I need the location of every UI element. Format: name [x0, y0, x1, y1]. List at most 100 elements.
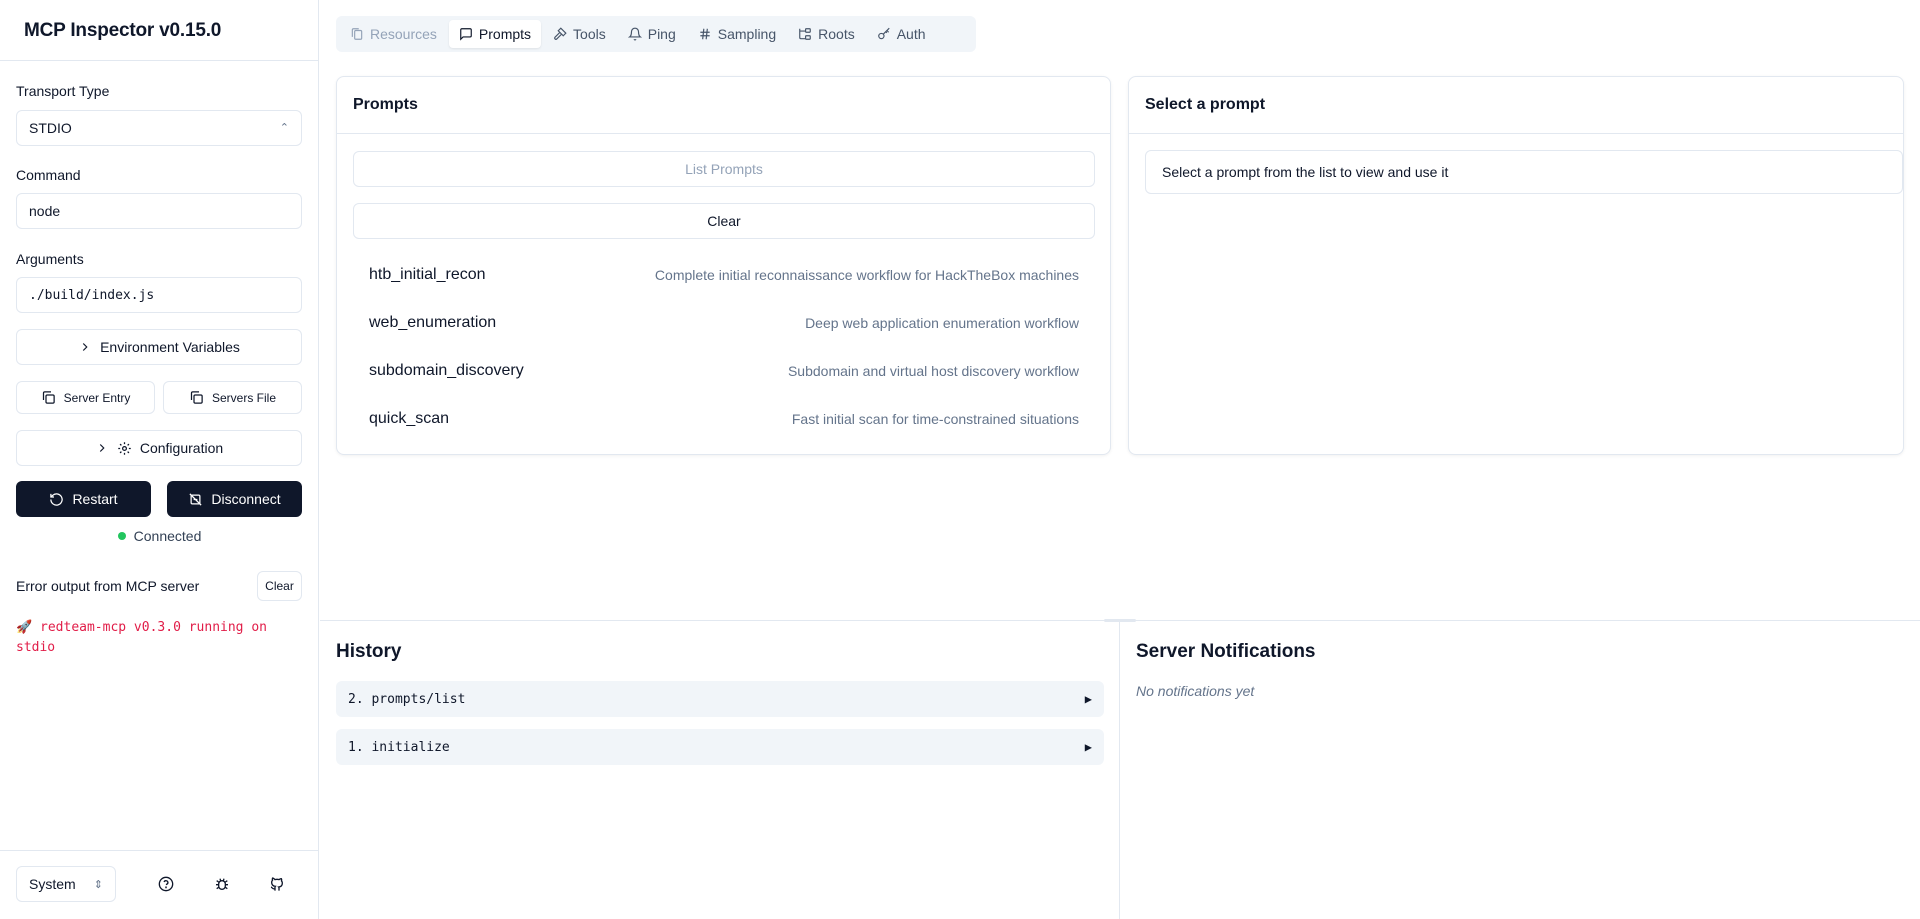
tab-prompts[interactable]: Prompts	[448, 20, 542, 48]
error-output-title: Error output from MCP server	[16, 578, 200, 594]
hammer-icon	[553, 27, 567, 41]
folder-tree-icon	[798, 27, 812, 41]
clear-prompts-button[interactable]: Clear	[353, 203, 1095, 239]
bell-icon	[627, 27, 642, 41]
arguments-value: ./build/index.js	[29, 287, 155, 303]
message-square-icon	[459, 27, 473, 41]
prompt-name: subdomain_discovery	[369, 362, 524, 379]
tab-label: Tools	[573, 26, 606, 42]
sidebar-header: MCP Inspector v0.15.0	[0, 0, 318, 61]
servers-file-button[interactable]: Servers File	[163, 381, 302, 414]
help-icon[interactable]	[155, 873, 177, 895]
tab-auth[interactable]: Auth	[867, 20, 936, 48]
arguments-label: Arguments	[16, 251, 84, 267]
chevron-right-icon	[95, 441, 109, 455]
prompt-description: Fast initial scan for time-constrained s…	[791, 411, 1079, 427]
restart-button[interactable]: Restart	[16, 481, 151, 517]
sidebar-footer: System ⇕	[0, 850, 319, 919]
prompt-item[interactable]: subdomain_discovery Subdomain and virtua…	[353, 347, 1095, 395]
copy-icon	[189, 390, 204, 405]
gear-icon	[117, 441, 132, 456]
history-item-label: 1. initialize	[348, 739, 450, 755]
configuration-toggle[interactable]: Configuration	[16, 430, 302, 466]
tab-sampling[interactable]: Sampling	[688, 20, 786, 48]
history-item-label: 2. prompts/list	[348, 691, 466, 707]
tab-roots[interactable]: Roots	[788, 20, 865, 48]
prompt-name: quick_scan	[369, 410, 450, 427]
expand-arrow-icon: ▶	[1084, 740, 1092, 754]
status-dot	[117, 532, 126, 540]
command-value: node	[29, 203, 61, 219]
server-entry-label: Server Entry	[63, 390, 131, 405]
connection-status: Connected	[0, 528, 319, 544]
notifications-empty: No notifications yet	[1136, 683, 1255, 699]
sidebar: MCP Inspector v0.15.0 Transport Type STD…	[0, 0, 319, 919]
prompt-detail-title: Select a prompt	[1129, 77, 1903, 134]
server-entry-button[interactable]: Server Entry	[16, 381, 155, 414]
theme-select[interactable]: System ⇕	[16, 866, 116, 902]
arguments-input[interactable]: ./build/index.js	[16, 277, 302, 313]
tab-label: Roots	[818, 26, 855, 42]
tab-label: Sampling	[717, 26, 777, 42]
expand-arrow-icon: ▶	[1084, 692, 1092, 706]
prompts-card: Prompts List Prompts Clear htb_initial_r…	[336, 76, 1111, 455]
prompt-detail-card: Select a prompt Select a prompt from the…	[1128, 76, 1904, 455]
list-prompts-button[interactable]: List Prompts	[353, 151, 1095, 187]
tab-label: Resources	[370, 26, 437, 42]
prompt-name: htb_initial_recon	[369, 266, 486, 283]
chevron-up-down-icon: ⌃	[279, 121, 289, 134]
configuration-label: Configuration	[139, 440, 224, 456]
tab-label: Auth	[896, 26, 926, 42]
status-text: Connected	[133, 528, 202, 544]
prompt-description: Complete initial reconnaissance workflow…	[654, 267, 1079, 283]
tab-ping[interactable]: Ping	[618, 20, 686, 48]
key-icon	[877, 27, 891, 41]
app-title: MCP Inspector v0.15.0	[24, 20, 222, 41]
environment-variables-label: Environment Variables	[100, 339, 240, 355]
prompt-detail-hint: Select a prompt from the list to view an…	[1145, 150, 1903, 194]
prompt-name: web_enumeration	[369, 314, 497, 331]
chevron-right-icon	[78, 340, 92, 354]
rocket-icon: 🚀	[16, 620, 33, 635]
bug-icon[interactable]	[211, 873, 233, 895]
tab-tools[interactable]: Tools	[543, 20, 616, 48]
hash-icon	[698, 27, 712, 41]
transport-type-value: STDIO	[29, 120, 72, 136]
disconnect-label: Disconnect	[211, 491, 281, 507]
prompt-item[interactable]: quick_scan Fast initial scan for time-co…	[353, 395, 1095, 443]
files-icon	[350, 27, 364, 41]
rotate-ccw-icon	[49, 492, 64, 507]
prompt-item[interactable]: htb_initial_recon Complete initial recon…	[353, 251, 1095, 299]
environment-variables-toggle[interactable]: Environment Variables	[16, 329, 302, 365]
prompt-item[interactable]: web_enumeration Deep web application enu…	[353, 299, 1095, 347]
transport-type-label: Transport Type	[16, 83, 110, 99]
command-label: Command	[16, 167, 81, 183]
history-panel: History 2. prompts/list ▶ 1. initialize …	[320, 621, 1120, 919]
history-item[interactable]: 2. prompts/list ▶	[336, 681, 1104, 717]
notifications-title: Server Notifications	[1136, 641, 1316, 662]
history-title: History	[336, 641, 402, 662]
command-input[interactable]: node	[16, 193, 302, 229]
chevron-up-down-icon: ⇕	[93, 878, 103, 891]
history-item[interactable]: 1. initialize ▶	[336, 729, 1104, 765]
github-icon[interactable]	[266, 873, 288, 895]
prompts-card-title: Prompts	[337, 77, 1110, 134]
error-clear-button[interactable]: Clear	[257, 571, 302, 601]
notifications-panel: Server Notifications No notifications ye…	[1120, 621, 1920, 919]
tab-bar: Resources Prompts Tools Ping Sampling Ro…	[336, 16, 976, 52]
transport-type-select[interactable]: STDIO ⌃	[16, 110, 302, 146]
prompt-description: Subdomain and virtual host discovery wor…	[787, 363, 1079, 379]
disconnect-button[interactable]: Disconnect	[167, 481, 302, 517]
error-log: 🚀 redteam-mcp v0.3.0 running on stdio	[16, 618, 306, 658]
copy-icon	[41, 390, 56, 405]
error-log-text: redteam-mcp v0.3.0 running on stdio	[16, 620, 267, 655]
unplug-icon	[188, 492, 203, 507]
prompt-description: Deep web application enumeration workflo…	[805, 315, 1079, 331]
tab-resources[interactable]: Resources	[340, 20, 447, 48]
tab-label: Ping	[647, 26, 676, 42]
restart-label: Restart	[72, 491, 118, 507]
bottom-panel: History 2. prompts/list ▶ 1. initialize …	[320, 620, 1920, 919]
servers-file-label: Servers File	[211, 390, 276, 405]
tab-label: Prompts	[478, 26, 532, 42]
theme-value: System	[29, 876, 76, 892]
